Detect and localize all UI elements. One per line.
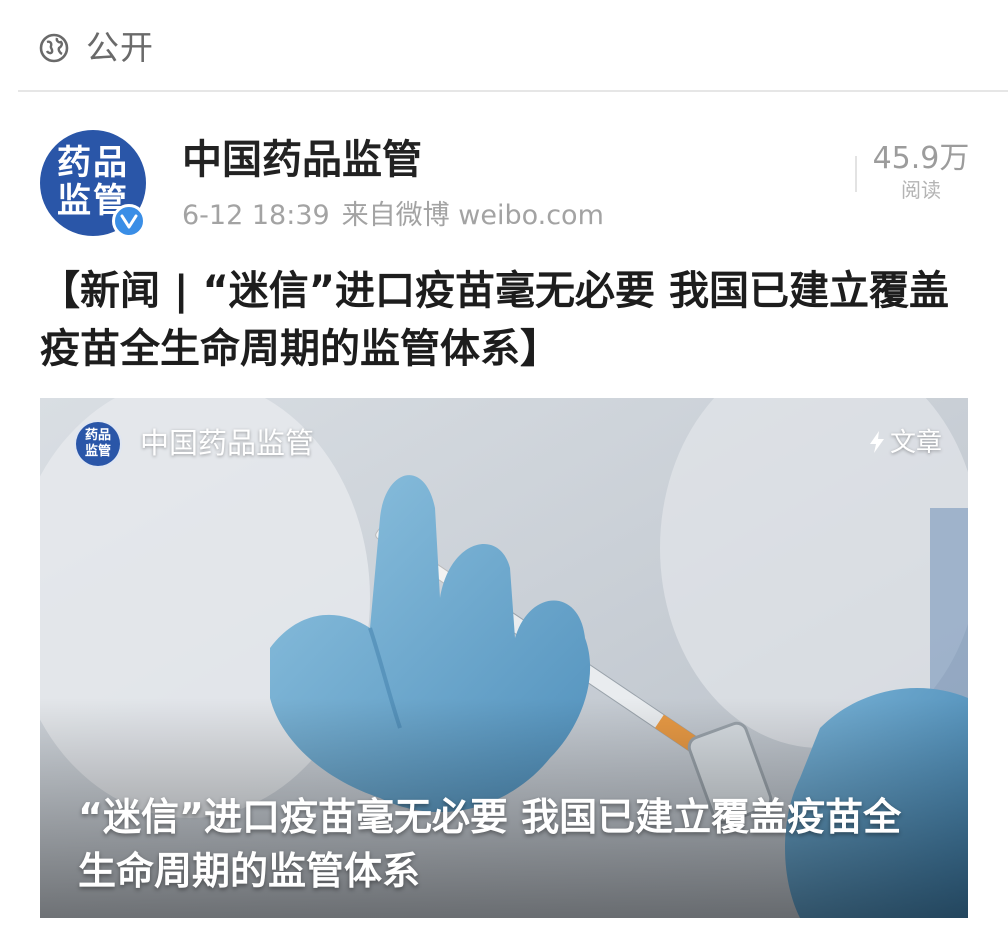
read-count: 45.9万	[872, 141, 970, 176]
post-source: 来自微博 weibo.com	[341, 200, 604, 231]
post-date: 6-12 18:39	[182, 200, 330, 231]
lightning-icon	[869, 431, 884, 453]
header-divider	[18, 90, 1008, 92]
verified-badge-icon	[112, 204, 146, 238]
article-tag: 文章	[868, 426, 942, 460]
visibility-label: 公开	[86, 28, 154, 67]
card-source-name: 中国药品监管	[140, 426, 315, 460]
article-tag-label: 文章	[889, 428, 942, 458]
read-count-divider	[855, 156, 857, 192]
article-card-title: “迷信”进口疫苗毫无必要 我国已建立覆盖疫苗全生命周期的监管体系	[78, 795, 902, 893]
globe-icon	[39, 33, 69, 63]
card-source-avatar: 药品 监管	[74, 420, 122, 468]
visibility-row[interactable]: 公开	[0, 0, 1008, 90]
read-count-label: 阅读	[901, 178, 941, 202]
post-text: 【新闻 | “迷信”进口疫苗毫无必要 我国已建立覆盖疫苗全生命周期的监管体系】	[40, 268, 949, 372]
account-name[interactable]: 中国药品监管	[182, 136, 422, 184]
article-card[interactable]: 药品 监管 中国药品监管 文章 “迷信”进口疫苗毫无必要 我国已建立覆盖疫苗全生…	[40, 398, 968, 918]
post-meta: 6-12 18:39 来自微博 weibo.com	[182, 198, 616, 234]
